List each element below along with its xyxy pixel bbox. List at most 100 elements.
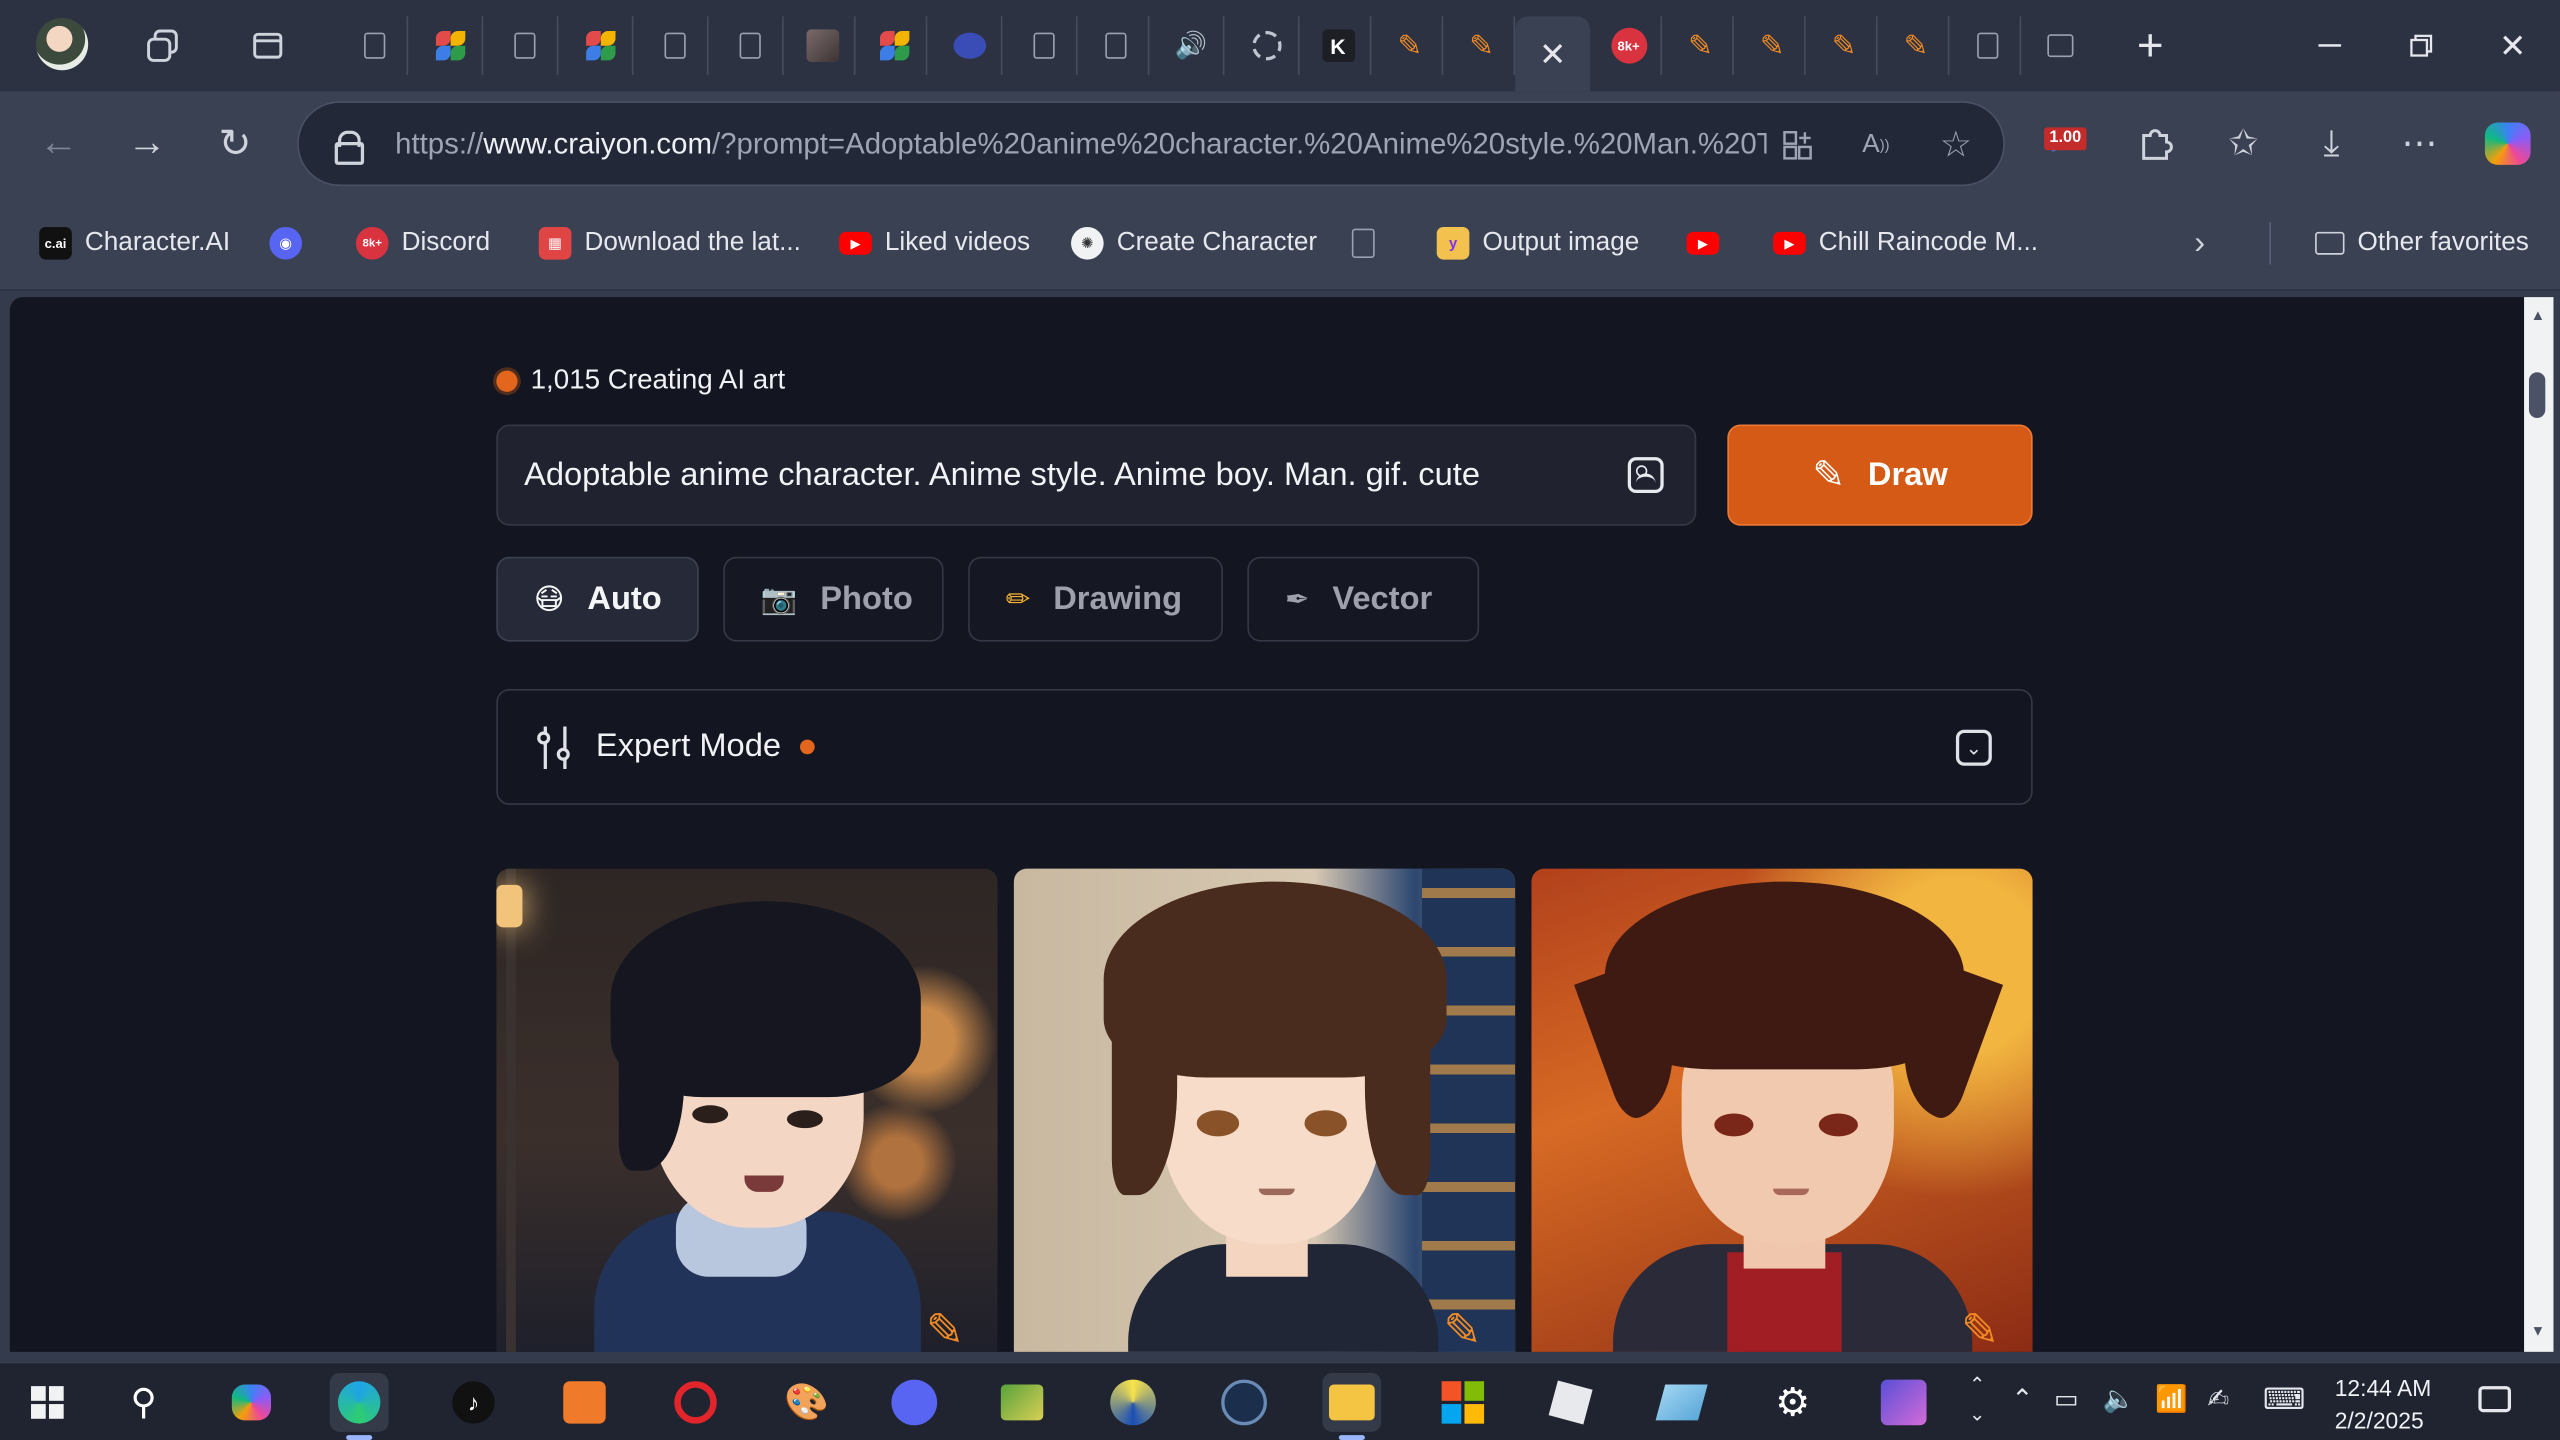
result-image[interactable]: ✎ (1531, 868, 2033, 1352)
favorite-chill-raincode[interactable]: ▶ Chill Raincode M... (1773, 224, 2038, 263)
show-hidden-icons[interactable]: ⌃ (2011, 1383, 2033, 1416)
favorite-output-image[interactable]: y Output image (1436, 224, 1639, 263)
favorite-character-ai[interactable]: c.ai Character.AI (39, 224, 230, 263)
favorite-create-character[interactable]: ✺ Create Character (1071, 224, 1317, 263)
tab-blue[interactable] (937, 16, 1003, 76)
search-icon[interactable]: ⚲ (114, 1373, 173, 1432)
favorite-discord[interactable]: 8k+ Discord (355, 224, 490, 263)
opera-icon[interactable] (666, 1373, 725, 1432)
tab-k[interactable]: K (1306, 16, 1372, 76)
close-tab-icon[interactable]: ✕ (1539, 33, 1566, 74)
tab-craiyon[interactable]: ✎ (1378, 16, 1444, 76)
forward-icon[interactable]: → (124, 121, 170, 167)
tab-page[interactable] (1084, 16, 1150, 76)
app-orange-icon[interactable] (555, 1373, 614, 1432)
image-upload-icon[interactable] (1627, 457, 1664, 494)
chevron-down-icon[interactable]: ⌄ (1955, 729, 1992, 766)
tab-craiyon[interactable]: ✎ (1740, 16, 1806, 76)
start-icon[interactable] (18, 1373, 77, 1432)
url-text[interactable]: https://www.craiyon.com/?prompt=Adoptabl… (395, 127, 1766, 161)
favorite-page[interactable] (1351, 224, 1375, 263)
tab-grid[interactable] (2028, 16, 2093, 75)
result-image[interactable]: ✎ (1013, 868, 1516, 1352)
favorite-discord-icon-only[interactable]: ◉ (269, 224, 303, 263)
volume-icon[interactable]: 🔈 (2103, 1383, 2136, 1416)
new-tab-icon[interactable]: + (2127, 20, 2173, 71)
store-icon[interactable] (1433, 1373, 1492, 1432)
mode-vector[interactable]: ✒ Vector (1247, 556, 1480, 642)
app-available-icon[interactable] (1775, 122, 1821, 168)
refresh-icon[interactable]: ↻ (212, 121, 258, 167)
favorite-youtube[interactable]: ▶ (1686, 224, 1720, 263)
tab-page[interactable] (643, 16, 709, 76)
tab-craiyon[interactable]: ✎ (1884, 16, 1950, 76)
tab-8k[interactable]: 8k+ (1597, 16, 1663, 76)
minimize-icon[interactable] (2307, 23, 2353, 69)
tab-audio[interactable]: 🔊 (1159, 16, 1225, 76)
more-favorites-chevron-icon[interactable]: › (2194, 224, 2205, 263)
discord-icon[interactable] (885, 1373, 944, 1432)
back-icon[interactable]: ← (36, 121, 82, 167)
address-bar[interactable]: https://www.craiyon.com/?prompt=Adoptabl… (297, 101, 2005, 187)
keyboard-icon[interactable]: ⌨ (2263, 1383, 2305, 1417)
scroll-down-icon[interactable]: ▼ (2531, 1322, 2546, 1338)
prompt-text[interactable]: Adoptable anime character. Anime style. … (524, 457, 1480, 495)
prompt-input[interactable]: Adoptable anime character. Anime style. … (496, 424, 1697, 526)
tab-page[interactable] (1012, 16, 1078, 76)
favorites-icon[interactable]: ✩ (2217, 118, 2269, 170)
app-avatar-icon[interactable] (1874, 1373, 1933, 1432)
favorite-star-icon[interactable]: ☆ (1933, 122, 1979, 168)
tab-pinwheel[interactable] (568, 16, 634, 76)
tab-pinwheel[interactable] (862, 16, 928, 76)
tab-craiyon[interactable]: ✎ (1450, 16, 1516, 76)
favorite-liked-videos[interactable]: ▶ Liked videos (839, 224, 1030, 263)
restore-icon[interactable] (2398, 23, 2444, 69)
copilot-icon[interactable] (222, 1373, 281, 1432)
scroll-up-icon[interactable]: ▲ (2531, 307, 2546, 323)
close-window-icon[interactable]: ✕ (2490, 23, 2536, 69)
file-explorer-icon[interactable] (1322, 1373, 1382, 1440)
downloads-icon[interactable]: ⤓ (2305, 118, 2357, 170)
favorite-download[interactable]: ▦ Download the lat... (538, 224, 801, 263)
system-clock[interactable]: 12:44 AM 2/2/2025 (2335, 1371, 2449, 1436)
pen-icon[interactable]: ✍ (2207, 1383, 2229, 1416)
tab-craiyon[interactable]: ✎ (1669, 16, 1734, 76)
profile-avatar[interactable] (35, 17, 89, 71)
mode-auto[interactable]: 😷 Auto (496, 556, 699, 642)
steam-icon[interactable] (1215, 1373, 1274, 1432)
overflow-chevron-icon[interactable]: ⌃ ⌄ (1969, 1370, 1985, 1429)
copilot-icon[interactable] (2482, 118, 2534, 170)
image-viewer-icon[interactable] (993, 1373, 1052, 1432)
app-ball-icon[interactable] (1104, 1373, 1163, 1432)
tab-craiyon[interactable]: ✎ (1812, 16, 1878, 76)
expert-mode-panel[interactable]: Expert Mode ⌄ (496, 688, 2033, 805)
tab-page[interactable] (1956, 16, 2022, 76)
extensions-puzzle-icon[interactable] (2129, 118, 2181, 170)
paint-icon[interactable]: 🎨 (777, 1373, 836, 1432)
settings-gear-icon[interactable]: ⚙ (1763, 1373, 1822, 1432)
edge-icon[interactable] (329, 1373, 389, 1440)
page-scrollbar[interactable]: ▲ ▼ (2524, 297, 2554, 1352)
roblox-icon[interactable] (1541, 1373, 1600, 1432)
tab-actions-icon[interactable] (245, 23, 291, 69)
workspaces-icon[interactable] (140, 23, 186, 69)
notifications-icon[interactable] (2478, 1386, 2512, 1413)
mode-photo[interactable]: 📷 Photo (723, 556, 944, 642)
read-aloud-icon[interactable]: A)) (1853, 122, 1899, 168)
wifi-icon[interactable]: 📶 (2155, 1383, 2188, 1416)
tab-page[interactable] (343, 16, 409, 76)
battery-icon[interactable]: ▭ (2054, 1383, 2079, 1416)
tab-active[interactable]: ✕ (1515, 16, 1591, 92)
tab-page[interactable] (718, 16, 784, 76)
other-favorites[interactable]: Other favorites (2315, 224, 2529, 263)
scrollbar-thumb[interactable] (2528, 372, 2546, 418)
tab-pinwheel[interactable] (418, 16, 484, 76)
lock-icon[interactable] (334, 130, 365, 165)
draw-button[interactable]: ✎ Draw (1727, 424, 2033, 526)
more-menu-icon[interactable]: ⋯ (2393, 118, 2445, 170)
tab-openai[interactable] (1234, 16, 1300, 76)
tab-page[interactable] (493, 16, 559, 76)
mode-drawing[interactable]: ✏ Drawing (968, 556, 1223, 642)
tab-image[interactable] (790, 16, 856, 76)
result-image[interactable]: ✎ (496, 868, 998, 1352)
